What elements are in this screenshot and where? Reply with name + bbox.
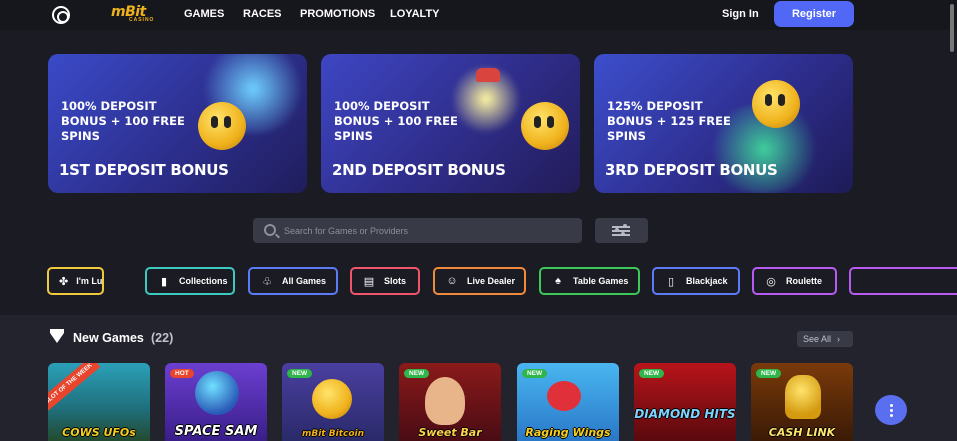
bird-icon	[547, 381, 581, 411]
banner-1st-deposit[interactable]: 100% DEPOSIT BONUS + 100 FREE SPINS 1ST …	[48, 54, 307, 193]
category-label: Roulette	[786, 276, 822, 286]
chevron-right-icon: ›	[837, 334, 841, 344]
logo-subtitle: CASINO	[129, 17, 155, 23]
category-label: Collections	[179, 276, 228, 286]
banner-title: 3RD DEPOSIT BONUS	[605, 161, 778, 179]
banner-headline: 100% DEPOSIT BONUS + 100 FREE SPINS	[334, 99, 458, 143]
game-card-space-sam[interactable]: HOT SPACE SAM	[165, 363, 267, 441]
diamond-icon	[50, 329, 64, 343]
live-dealer-icon: ☺	[446, 275, 458, 287]
nav-promotions[interactable]: PROMOTIONS	[300, 8, 375, 20]
game-badge: NEW	[522, 369, 548, 378]
game-badge: HOT	[170, 369, 194, 378]
mascot-icon	[198, 102, 246, 150]
search-icon	[264, 224, 276, 236]
nav-races[interactable]: RACES	[243, 8, 282, 20]
game-badge: SLOT OF THE WEEK	[48, 363, 101, 412]
banner-headline: 100% DEPOSIT BONUS + 100 FREE SPINS	[61, 99, 185, 143]
game-card-raging-wings[interactable]: NEW Raging Wings	[517, 363, 619, 441]
roulette-icon: ◎	[766, 275, 776, 288]
category-label: Blackjack	[686, 276, 728, 286]
game-badge: NEW	[404, 369, 430, 378]
category-table-games[interactable]: ♠ Table Games	[539, 267, 640, 295]
category-label: Slots	[384, 276, 407, 286]
category-label: I'm Lucky	[76, 276, 103, 286]
category-label: Live Dealer	[467, 276, 516, 286]
character-icon	[425, 377, 465, 425]
register-button[interactable]: Register	[774, 1, 854, 27]
game-card-mbit[interactable]: NEW mBit Bitcoin	[282, 363, 384, 441]
game-badge: NEW	[639, 369, 665, 378]
banner-3rd-deposit[interactable]: 125% DEPOSIT BONUS + 125 FREE SPINS 3RD …	[594, 54, 853, 193]
game-title: CASH LINK	[768, 426, 836, 439]
category-label: All Games	[282, 276, 327, 286]
search-bar[interactable]	[253, 218, 582, 243]
category-blackjack[interactable]: ▯ Blackjack	[652, 267, 740, 295]
nav-games[interactable]: GAMES	[184, 8, 224, 20]
game-title: DIAMOND HITS	[634, 407, 736, 421]
game-card-sweet-bar[interactable]: NEW Sweet Bar	[399, 363, 501, 441]
category-im-lucky[interactable]: ✤ I'm Lucky	[47, 267, 104, 295]
nav-loyalty[interactable]: LOYALTY	[390, 8, 440, 20]
game-title: COWS UFOs	[62, 426, 136, 439]
search-input[interactable]	[284, 223, 564, 238]
section-count: (22)	[151, 331, 174, 345]
scrollbar-thumb[interactable]	[950, 4, 954, 52]
category-roulette[interactable]: ◎ Roulette	[752, 267, 837, 295]
all-games-icon: ♧	[262, 275, 272, 288]
category-all-games[interactable]: ♧ All Games	[248, 267, 338, 295]
game-card-diamond-hits[interactable]: NEW DIAMOND HITS	[634, 363, 736, 441]
game-title: Sweet Bar	[418, 426, 482, 439]
sign-in-link[interactable]: Sign In	[722, 8, 759, 20]
blackjack-icon: ▯	[667, 275, 675, 288]
category-more[interactable]	[849, 267, 957, 295]
helmet-icon	[195, 371, 239, 415]
slots-icon: ▤	[363, 275, 375, 288]
character-icon	[785, 375, 821, 419]
table-games-icon: ♠	[555, 275, 561, 287]
game-badge: NEW	[287, 369, 313, 378]
more-options-button[interactable]	[875, 395, 907, 425]
banner-title: 1ST DEPOSIT BONUS	[59, 161, 229, 179]
category-collections[interactable]: ▮ Collections	[145, 267, 235, 295]
game-title: Raging Wings	[525, 426, 611, 439]
banner-headline: 125% DEPOSIT BONUS + 125 FREE SPINS	[607, 99, 731, 143]
category-live-dealer[interactable]: ☺ Live Dealer	[433, 267, 526, 295]
mascot-icon	[752, 80, 800, 128]
game-title: mBit Bitcoin	[301, 429, 364, 439]
banner-2nd-deposit[interactable]: 100% DEPOSIT BONUS + 100 FREE SPINS 2ND …	[321, 54, 580, 193]
game-card-cows-ufos[interactable]: SLOT OF THE WEEK COWS UFOs	[48, 363, 150, 441]
mascot-icon	[312, 379, 352, 419]
top-header: mBit CASINO GAMES RACES PROMOTIONS LOYAL…	[0, 0, 957, 30]
clover-icon: ✤	[59, 275, 69, 288]
lamp-icon	[476, 68, 500, 82]
collections-icon: ▮	[160, 275, 168, 288]
menu-logo-icon[interactable]	[52, 6, 70, 24]
mascot-icon	[521, 102, 569, 150]
category-label: Table Games	[573, 276, 629, 286]
filter-button[interactable]	[595, 218, 648, 243]
see-all-label: See All	[803, 334, 832, 344]
game-badge: NEW	[756, 369, 782, 378]
section-title: New Games	[73, 331, 144, 345]
game-title: SPACE SAM	[174, 424, 258, 439]
see-all-button[interactable]: See All ›	[797, 331, 853, 347]
banner-title: 2ND DEPOSIT BONUS	[332, 161, 506, 179]
category-slots[interactable]: ▤ Slots	[350, 267, 420, 295]
game-card-cash-link[interactable]: NEW CASH LINK	[751, 363, 853, 441]
